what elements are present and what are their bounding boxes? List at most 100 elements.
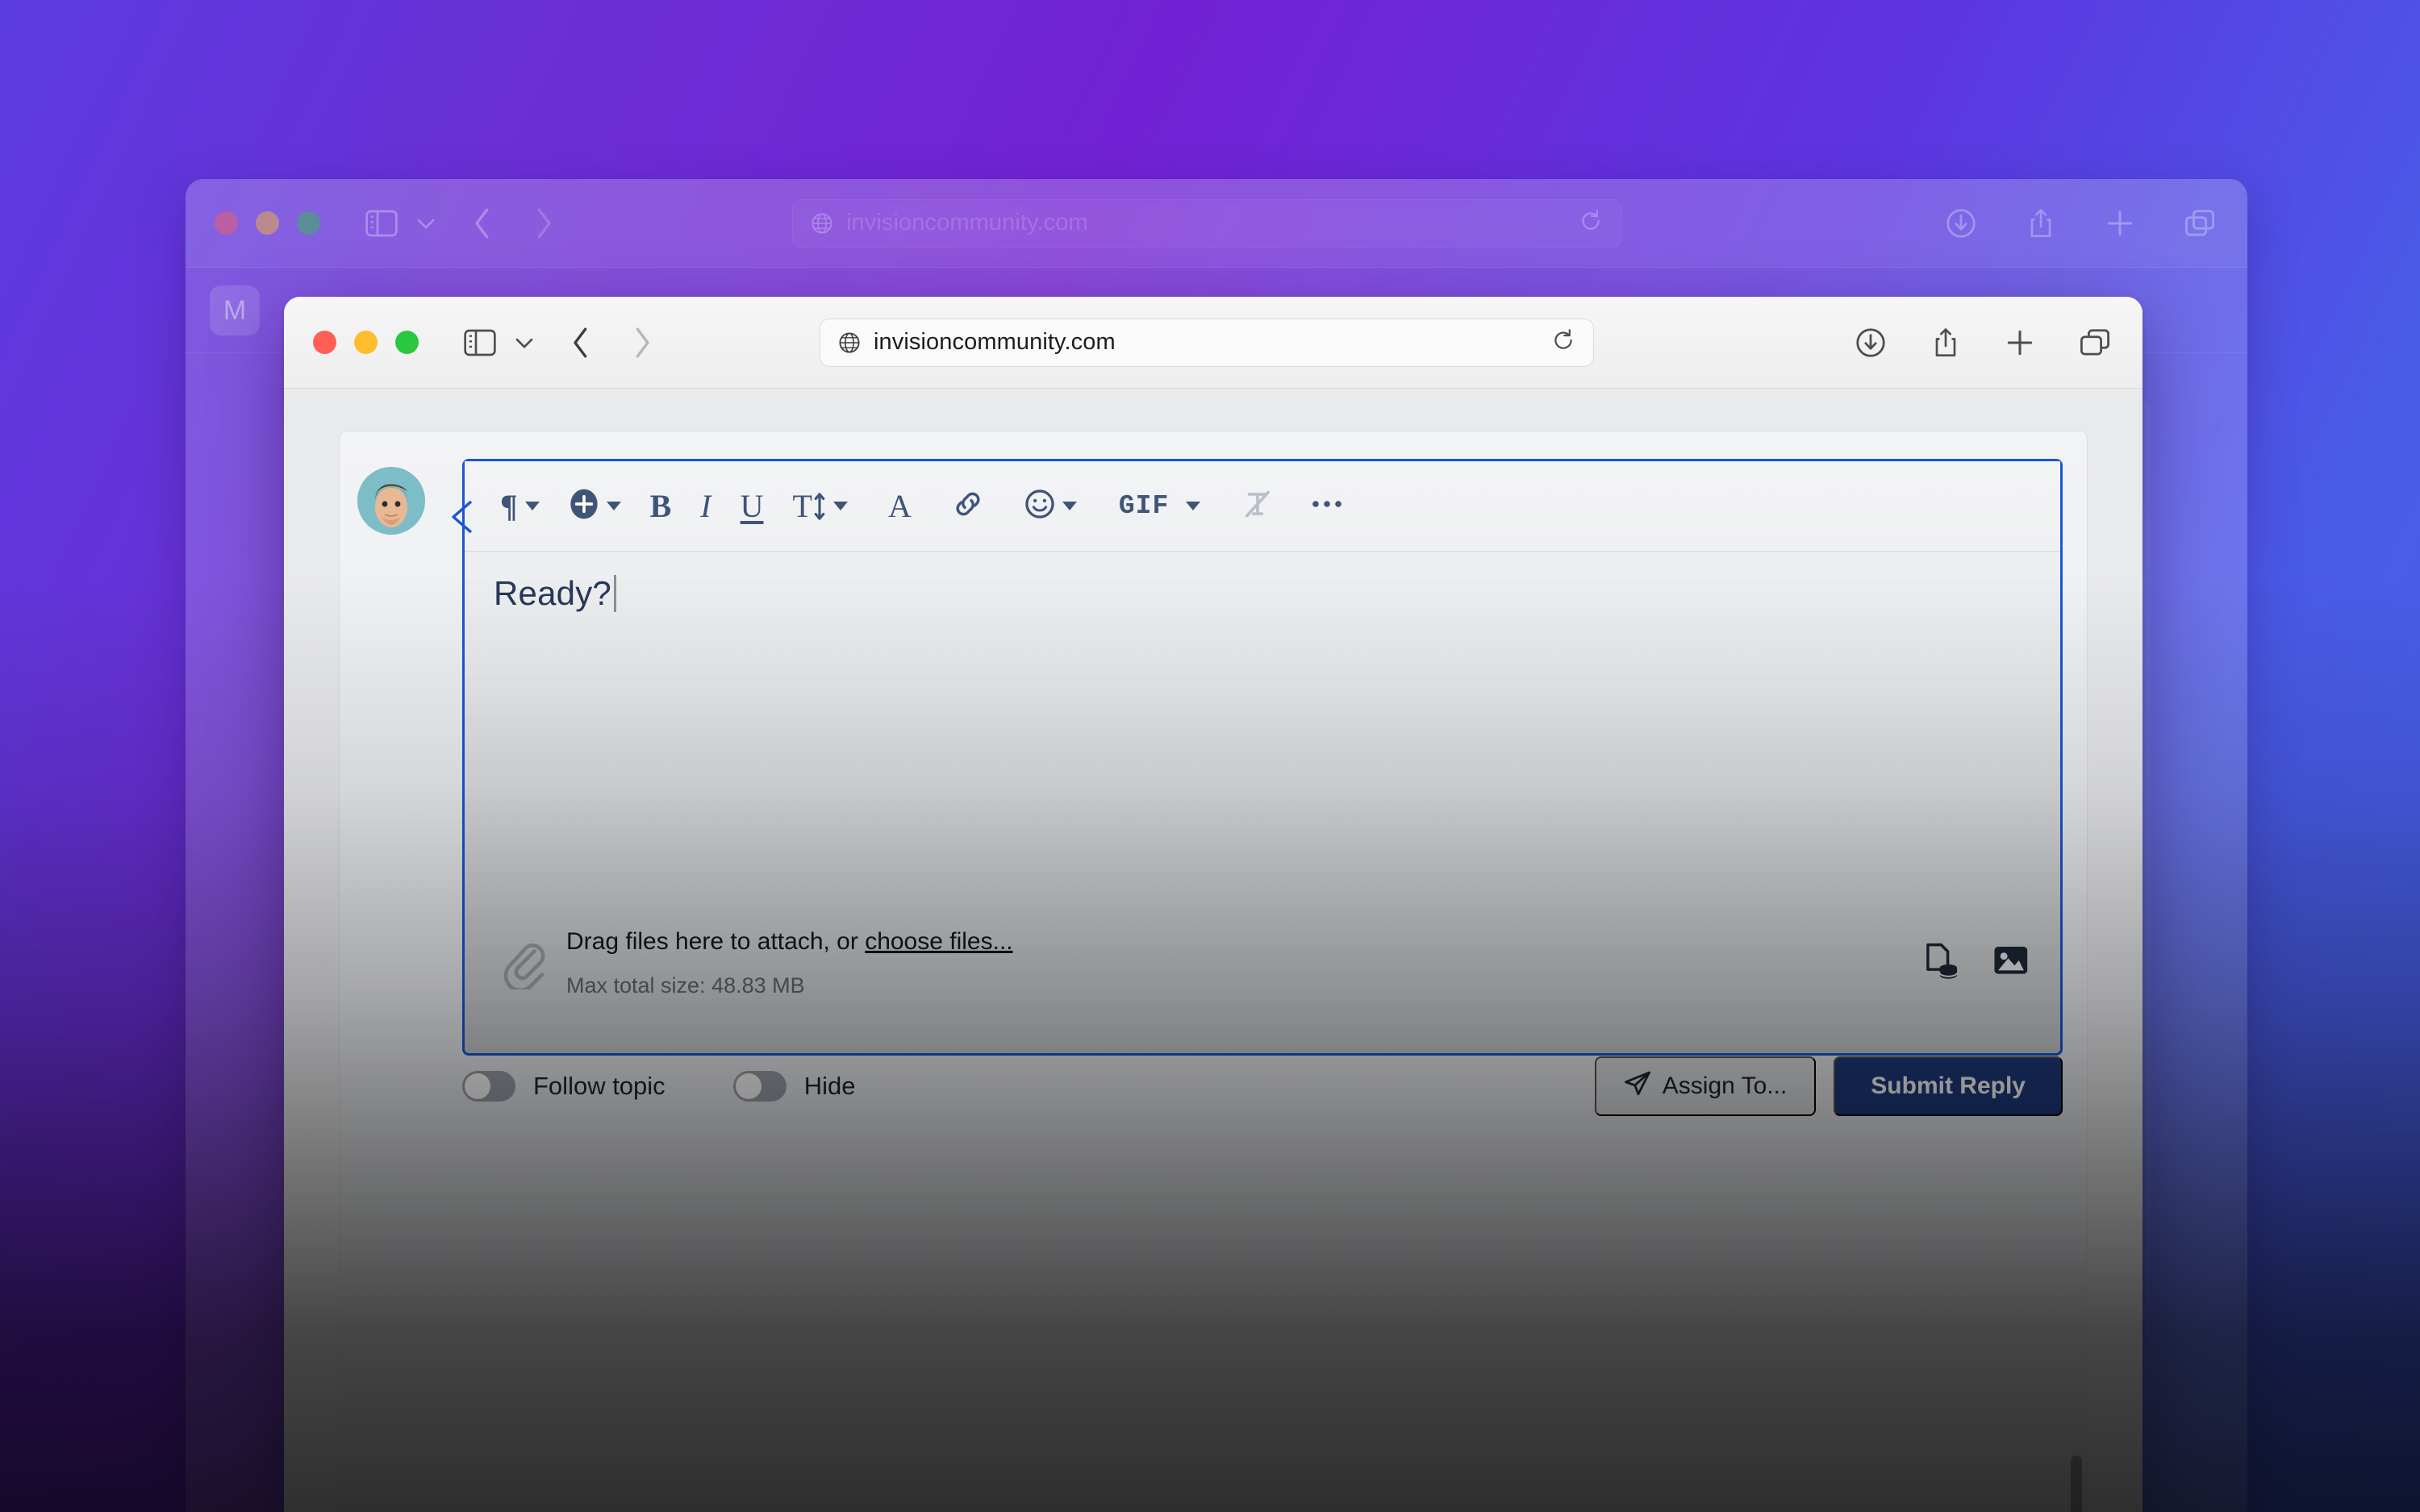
gif-icon: GIF xyxy=(1118,491,1170,521)
editor-tool-insert-link[interactable] xyxy=(937,481,999,531)
choose-files-link[interactable]: choose files... xyxy=(865,928,1012,955)
attachment-max-size: Max total size: 48.83 MB xyxy=(566,973,1013,998)
editor-tool-more-options[interactable] xyxy=(1297,481,1357,531)
ellipsis-icon xyxy=(1312,498,1342,514)
editor-tool-paragraph-format[interactable]: ¶ xyxy=(486,481,554,531)
editor-body-text: Ready? xyxy=(494,574,611,612)
background-sidebar-icon xyxy=(365,210,398,237)
forward-chevron-icon[interactable] xyxy=(632,326,653,360)
attachment-prompt-prefix: Drag files here to attach, or xyxy=(566,927,866,955)
editor-tool-underline[interactable]: U xyxy=(726,481,778,531)
editor-tool-remove-formatting xyxy=(1228,481,1287,531)
hide-label: Hide xyxy=(803,1072,856,1100)
attachment-texts: Drag files here to attach, or choose fil… xyxy=(566,928,1013,998)
chevron-down-icon[interactable] xyxy=(514,335,535,351)
background-close-button xyxy=(215,211,238,235)
share-icon[interactable] xyxy=(1931,327,1960,359)
page-scrollbar[interactable] xyxy=(2071,1456,2082,1512)
reload-icon[interactable] xyxy=(1551,328,1575,356)
background-url-text: invisioncommunity.com xyxy=(846,210,1088,235)
editor-tool-insert-content[interactable] xyxy=(554,481,636,531)
background-url-field: invisioncommunity.com xyxy=(792,198,1621,248)
editor-toolbar: ¶ B I U T A GIF xyxy=(465,461,2060,552)
background-tab-icon: M xyxy=(210,285,260,335)
hide-toggle-group[interactable]: Hide xyxy=(732,1071,856,1102)
sidebar-icon[interactable] xyxy=(464,329,496,356)
editor-tool-italic[interactable]: I xyxy=(686,481,725,531)
attachment-dropzone[interactable]: Drag files here to attach, or choose fil… xyxy=(474,882,2051,1043)
background-zoom-button xyxy=(297,211,320,235)
editor-tool-gif[interactable]: GIF xyxy=(1104,481,1215,531)
editor-tool-text-color[interactable]: A xyxy=(874,481,926,531)
close-button[interactable] xyxy=(313,331,336,354)
reply-form-controls: Follow topic Hide Assign To... Submit Re… xyxy=(462,1049,2063,1123)
downloads-icon[interactable] xyxy=(1855,327,1886,358)
attachment-max-size-value: 48.83 MB xyxy=(711,973,805,998)
avatar xyxy=(357,467,425,535)
background-plus-icon xyxy=(2105,209,2134,238)
editor-tool-font-size[interactable]: T xyxy=(778,481,862,531)
bold-icon: B xyxy=(649,488,672,524)
font-size-icon: T xyxy=(793,487,826,525)
editor-tool-emoji[interactable] xyxy=(1010,481,1091,531)
smiley-icon xyxy=(1024,489,1055,523)
text-cursor xyxy=(613,575,616,612)
assign-to-label: Assign To... xyxy=(1662,1073,1788,1099)
editor-body[interactable]: Ready? xyxy=(494,574,616,613)
globe-icon xyxy=(838,331,861,354)
background-traffic-lights xyxy=(215,211,320,235)
traffic-lights[interactable] xyxy=(313,331,419,354)
background-back-chevron-icon xyxy=(472,206,493,240)
editor-callout-tail xyxy=(452,501,472,533)
plus-circle-icon xyxy=(569,488,599,524)
hide-toggle[interactable] xyxy=(732,1071,786,1102)
follow-topic-toggle[interactable] xyxy=(462,1071,515,1102)
underline-icon: U xyxy=(740,488,764,524)
paperclip-icon xyxy=(495,936,552,989)
plus-icon[interactable] xyxy=(2005,328,2034,357)
chevron-down-icon xyxy=(1062,502,1077,510)
toggle-knob xyxy=(735,1073,761,1099)
back-chevron-icon[interactable] xyxy=(570,326,591,360)
background-reload-icon xyxy=(1579,209,1603,237)
zoom-button[interactable] xyxy=(395,331,419,354)
follow-topic-label: Follow topic xyxy=(533,1072,666,1100)
submit-reply-button[interactable]: Submit Reply xyxy=(1834,1056,2063,1116)
clear-formatting-icon xyxy=(1242,489,1273,523)
document-database-icon[interactable] xyxy=(1925,943,1960,984)
minimize-button[interactable] xyxy=(354,331,378,354)
browser-toolbar: invisioncommunity.com xyxy=(284,297,2143,389)
form-action-buttons: Assign To... Submit Reply xyxy=(1594,1056,2063,1116)
link-icon xyxy=(952,489,984,523)
url-field[interactable]: invisioncommunity.com xyxy=(820,318,1594,367)
reply-editor[interactable]: ¶ B I U T A GIF Ready? Drag files here t… xyxy=(462,459,2063,1056)
browser-window: invisioncommunity.com ¶ B I U T A GIF Re… xyxy=(284,297,2143,1512)
background-browser-toolbar: invisioncommunity.com xyxy=(186,179,2247,268)
background-forward-chevron-icon xyxy=(533,206,554,240)
tab-overview-icon[interactable] xyxy=(2080,328,2110,357)
page-card: ¶ B I U T A GIF Ready? Drag files here t… xyxy=(339,431,2088,1512)
chevron-down-icon xyxy=(1186,502,1201,510)
editor-tool-bold[interactable]: B xyxy=(636,481,686,531)
background-share-icon xyxy=(2026,207,2055,240)
background-chevron-down-icon xyxy=(415,215,436,231)
paper-plane-icon xyxy=(1624,1070,1651,1102)
background-downloads-icon xyxy=(1946,208,1976,239)
assign-to-button[interactable]: Assign To... xyxy=(1594,1056,1817,1116)
background-globe-icon xyxy=(811,212,833,235)
attachment-prompt: Drag files here to attach, or choose fil… xyxy=(566,928,1013,956)
attachment-actions xyxy=(1925,943,2030,984)
chevron-down-icon xyxy=(606,502,621,510)
chevron-down-icon xyxy=(832,502,848,510)
image-icon[interactable] xyxy=(1992,943,2030,984)
url-text: invisioncommunity.com xyxy=(874,329,1116,355)
background-minimize-button xyxy=(256,211,279,235)
attachment-max-size-label: Max total size: xyxy=(566,973,706,998)
toggle-knob xyxy=(465,1073,490,1099)
follow-topic-toggle-group[interactable]: Follow topic xyxy=(462,1071,666,1102)
text-color-icon: A xyxy=(887,488,912,524)
paragraph-icon: ¶ xyxy=(500,488,518,524)
italic-icon: I xyxy=(700,488,711,524)
chevron-down-icon xyxy=(524,502,540,510)
browser-content: ¶ B I U T A GIF Ready? Drag files here t… xyxy=(284,389,2143,1512)
